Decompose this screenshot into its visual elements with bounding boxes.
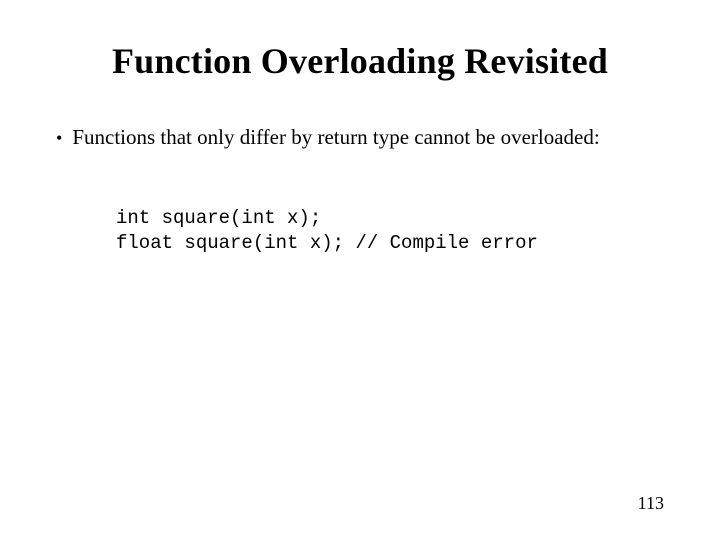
code-line-1: int square(int x); <box>116 207 321 229</box>
page-number: 113 <box>638 493 664 514</box>
slide-container: Function Overloading Revisited • Functio… <box>0 0 720 540</box>
code-block: int square(int x); float square(int x); … <box>116 206 664 255</box>
code-line-2: float square(int x); // Compile error <box>116 232 538 254</box>
bullet-item: • Functions that only differ by return t… <box>56 124 664 150</box>
bullet-text: Functions that only differ by return typ… <box>72 124 664 150</box>
bullet-marker: • <box>56 127 62 150</box>
slide-title: Function Overloading Revisited <box>56 40 664 82</box>
